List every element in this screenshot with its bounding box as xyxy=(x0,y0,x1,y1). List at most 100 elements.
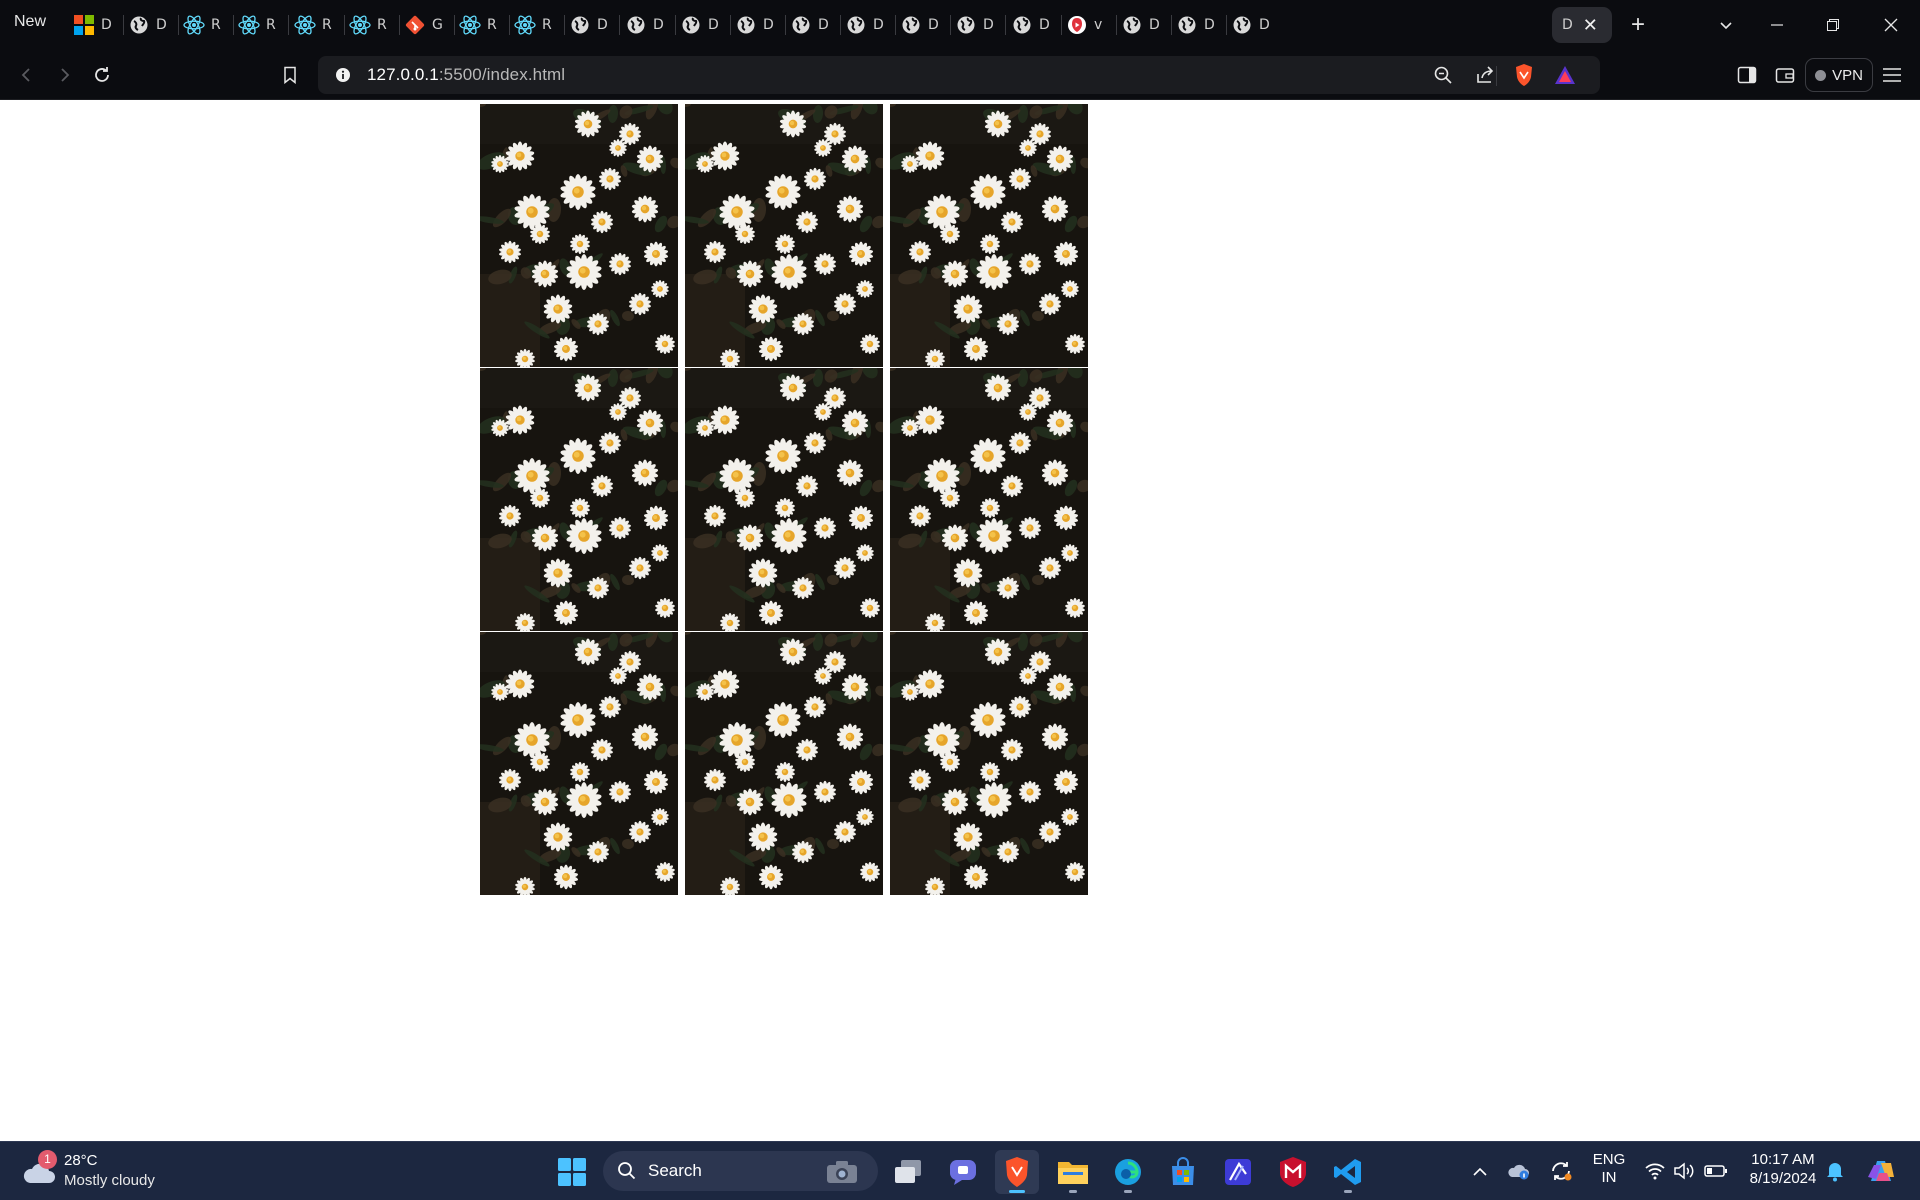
reload-button[interactable] xyxy=(85,58,119,92)
taskbar-app-editor[interactable] xyxy=(1216,1150,1260,1194)
store-icon xyxy=(1172,1157,1194,1185)
minimize-button[interactable] xyxy=(1759,8,1795,42)
microsoft-icon xyxy=(73,14,95,36)
globe-icon xyxy=(1231,14,1253,36)
address-bar[interactable]: 127.0.0.1:5500/index.html xyxy=(318,56,1600,94)
search-label: Search xyxy=(648,1161,702,1180)
language-indicator[interactable]: ENG IN xyxy=(1587,1151,1631,1186)
vscode-icon xyxy=(1334,1159,1361,1185)
task-view-button[interactable] xyxy=(886,1150,930,1194)
image-gallery xyxy=(480,104,1088,896)
omnibox-divider xyxy=(1496,66,1497,86)
tab-title: R xyxy=(266,17,276,33)
site-info-icon[interactable] xyxy=(328,60,358,90)
url-host: 127.0.0.1 xyxy=(367,65,439,84)
globe-icon xyxy=(680,14,702,36)
globe-icon xyxy=(1121,14,1143,36)
weather-temperature: 28°C xyxy=(64,1152,98,1169)
tab-title: R xyxy=(377,17,387,33)
taskbar-app-mcafee[interactable] xyxy=(1271,1150,1315,1194)
task-view-icon xyxy=(895,1160,921,1183)
search-icon xyxy=(618,1162,636,1180)
weather-description: Mostly cloudy xyxy=(64,1172,155,1189)
gallery-image xyxy=(480,104,678,367)
react-icon xyxy=(183,14,205,36)
sync-tray-icon[interactable] xyxy=(1548,1158,1574,1184)
close-tab-icon[interactable]: ✕ xyxy=(1583,15,1598,36)
gallery-image xyxy=(890,104,1088,367)
react-icon xyxy=(459,14,481,36)
tab-search-button[interactable] xyxy=(1708,8,1744,42)
forward-button[interactable] xyxy=(47,58,81,92)
tab-title: R xyxy=(211,17,221,33)
copilot-button[interactable] xyxy=(1864,1154,1898,1188)
sidebar-toggle-button[interactable] xyxy=(1730,58,1764,92)
wifi-icon[interactable] xyxy=(1642,1158,1668,1184)
browser-toolbar: 127.0.0.1:5500/index.html VPN xyxy=(0,50,1920,100)
git-icon xyxy=(404,14,426,36)
gallery-image xyxy=(480,368,678,631)
taskbar-search[interactable]: Search xyxy=(603,1151,878,1191)
battery-icon[interactable] xyxy=(1703,1158,1729,1184)
chat-icon xyxy=(950,1160,976,1185)
tab-title: D xyxy=(597,17,608,33)
url-path: :5500/index.html xyxy=(438,65,566,84)
weather-widget[interactable]: 1 28°C Mostly cloudy xyxy=(20,1150,170,1194)
screen: New DDRRRRGRRDDDDDDDDDvDDD D ✕ + 127.0.0… xyxy=(0,0,1920,1200)
tab-item[interactable]: R xyxy=(228,7,292,43)
tab-title: v xyxy=(1094,17,1103,33)
tab-item[interactable]: D xyxy=(1221,7,1285,43)
taskbar-app-store[interactable] xyxy=(1161,1150,1205,1194)
copilot-icon xyxy=(1868,1161,1894,1181)
main-menu-button[interactable] xyxy=(1875,58,1909,92)
taskbar-app-vscode[interactable] xyxy=(1326,1150,1370,1194)
camera-icon xyxy=(827,1161,857,1183)
zoom-icon[interactable] xyxy=(1428,60,1458,90)
tab-title: D xyxy=(1149,17,1160,33)
notifications-button[interactable] xyxy=(1822,1158,1848,1184)
taskbar-app-file-explorer[interactable] xyxy=(1051,1150,1095,1194)
close-window-button[interactable] xyxy=(1873,8,1909,42)
brave-rewards-icon[interactable] xyxy=(1550,60,1580,90)
tab-title: D xyxy=(873,17,884,33)
clock[interactable]: 10:17 AM 8/19/2024 xyxy=(1738,1151,1828,1187)
wallet-button[interactable] xyxy=(1768,58,1802,92)
brave-icon xyxy=(1006,1157,1028,1187)
tab-title: R xyxy=(542,17,552,33)
onedrive-tray-icon[interactable] xyxy=(1506,1158,1532,1184)
url-text[interactable]: 127.0.0.1:5500/index.html xyxy=(367,65,565,85)
bookmark-button[interactable] xyxy=(273,58,307,92)
restore-button[interactable] xyxy=(1815,8,1851,42)
reload-icon xyxy=(95,67,109,82)
weather-notification-badge: 1 xyxy=(38,1150,57,1169)
globe-icon xyxy=(845,14,867,36)
vpn-button[interactable]: VPN xyxy=(1805,58,1873,92)
new-tab-label[interactable]: New xyxy=(14,13,46,31)
running-indicator xyxy=(1344,1190,1352,1193)
taskbar-app-chat[interactable] xyxy=(941,1150,985,1194)
vpn-label: VPN xyxy=(1832,66,1863,84)
windows-taskbar: 1 28°C Mostly cloudy Search ENG IN 10:17… xyxy=(0,1141,1920,1200)
taskbar-app-edge[interactable] xyxy=(1106,1150,1150,1194)
brave-shields-icon[interactable] xyxy=(1509,60,1539,90)
tab-item[interactable]: D xyxy=(559,7,623,43)
back-button[interactable] xyxy=(10,58,44,92)
running-indicator xyxy=(1069,1190,1077,1193)
browser-tab-strip: New D D R R R R G R R D D D D D D D D Dv D D D D ✕ + xyxy=(0,0,1920,50)
vpn-status-icon xyxy=(1815,69,1827,81)
region-code: IN xyxy=(1601,1169,1617,1186)
taskbar-app-brave[interactable] xyxy=(995,1150,1039,1194)
running-indicator xyxy=(1124,1190,1132,1193)
volume-icon[interactable] xyxy=(1672,1158,1698,1184)
tab-item[interactable]: D xyxy=(945,7,1009,43)
pen-app-icon xyxy=(1225,1159,1251,1185)
tab-title: D xyxy=(653,17,664,33)
new-tab-button[interactable]: + xyxy=(1620,8,1656,42)
tab-title: G xyxy=(432,17,443,33)
tab-title: R xyxy=(322,17,332,33)
start-button[interactable] xyxy=(550,1150,594,1194)
react-icon xyxy=(349,14,371,36)
show-hidden-icons-button[interactable] xyxy=(1467,1158,1493,1184)
arrow-left-icon xyxy=(21,68,30,82)
tab-active[interactable]: D ✕ xyxy=(1552,7,1612,43)
